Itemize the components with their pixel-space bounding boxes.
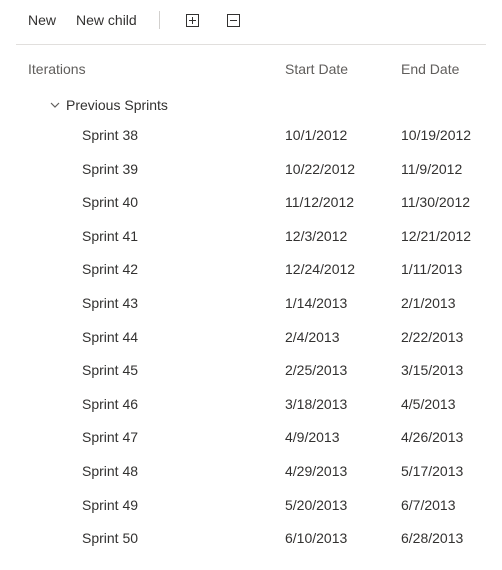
cell-end-date: 6/7/2013 [401, 496, 502, 516]
table-row[interactable]: Sprint 442/4/20132/22/2013 [0, 321, 502, 355]
cell-iteration-name: Sprint 45 [0, 361, 285, 381]
cell-iteration-name: Sprint 44 [0, 328, 285, 348]
cell-iteration-name: Sprint 47 [0, 428, 285, 448]
cell-start-date: 2/25/2013 [285, 361, 401, 381]
cell-end-date: 3/15/2013 [401, 361, 502, 381]
cell-end-date: 4/5/2013 [401, 395, 502, 415]
toolbar: New New child [0, 0, 502, 44]
cell-iteration-name: Sprint 43 [0, 294, 285, 314]
cell-end-date: 11/9/2012 [401, 160, 502, 180]
cell-iteration-name: Sprint 49 [0, 496, 285, 516]
cell-end-date: 6/28/2013 [401, 529, 502, 549]
cell-start-date: 5/20/2013 [285, 496, 401, 516]
table-row[interactable]: Sprint 506/10/20136/28/2013 [0, 522, 502, 556]
cell-end-date: 2/22/2013 [401, 328, 502, 348]
group-row-previous-sprints[interactable]: Previous Sprints [0, 91, 502, 119]
collapse-all-button[interactable] [227, 14, 240, 27]
cell-start-date: 10/22/2012 [285, 160, 401, 180]
new-child-button[interactable]: New child [68, 8, 145, 32]
cell-iteration-name: Sprint 42 [0, 260, 285, 280]
table-row[interactable]: Sprint 495/20/20136/7/2013 [0, 489, 502, 523]
group-label: Previous Sprints [66, 97, 168, 113]
cell-end-date: 1/11/2013 [401, 260, 502, 280]
cell-end-date: 4/26/2013 [401, 428, 502, 448]
table-row[interactable]: Sprint 4112/3/201212/21/2012 [0, 220, 502, 254]
table-row[interactable]: Sprint 3910/22/201211/9/2012 [0, 153, 502, 187]
cell-start-date: 11/12/2012 [285, 193, 401, 213]
minus-box-icon [227, 14, 240, 27]
cell-iteration-name: Sprint 41 [0, 227, 285, 247]
cell-start-date: 3/18/2013 [285, 395, 401, 415]
cell-end-date: 11/30/2012 [401, 193, 502, 213]
plus-box-icon [186, 14, 199, 27]
cell-start-date: 4/29/2013 [285, 462, 401, 482]
cell-start-date: 12/3/2012 [285, 227, 401, 247]
table-row[interactable]: Sprint 484/29/20135/17/2013 [0, 455, 502, 489]
cell-start-date: 12/24/2012 [285, 260, 401, 280]
cell-end-date: 5/17/2013 [401, 462, 502, 482]
cell-start-date: 2/4/2013 [285, 328, 401, 348]
cell-iteration-name: Sprint 38 [0, 126, 285, 146]
cell-start-date: 1/14/2013 [285, 294, 401, 314]
rows-container: Sprint 3810/1/201210/19/2012Sprint 3910/… [0, 119, 502, 556]
cell-end-date: 12/21/2012 [401, 227, 502, 247]
cell-end-date: 2/1/2013 [401, 294, 502, 314]
table-row[interactable]: Sprint 4011/12/201211/30/2012 [0, 186, 502, 220]
cell-end-date: 10/19/2012 [401, 126, 502, 146]
column-header-iterations[interactable]: Iterations [0, 61, 285, 77]
cell-iteration-name: Sprint 46 [0, 395, 285, 415]
toolbar-divider [16, 44, 486, 45]
cell-iteration-name: Sprint 48 [0, 462, 285, 482]
table-row[interactable]: Sprint 3810/1/201210/19/2012 [0, 119, 502, 153]
table-header: Iterations Start Date End Date [0, 55, 502, 91]
cell-iteration-name: Sprint 40 [0, 193, 285, 213]
cell-start-date: 10/1/2012 [285, 126, 401, 146]
expand-all-button[interactable] [186, 14, 199, 27]
cell-start-date: 4/9/2013 [285, 428, 401, 448]
cell-iteration-name: Sprint 39 [0, 160, 285, 180]
table-row[interactable]: Sprint 463/18/20134/5/2013 [0, 388, 502, 422]
column-header-start-date[interactable]: Start Date [285, 61, 401, 77]
chevron-down-icon [50, 100, 60, 110]
column-header-end-date[interactable]: End Date [401, 61, 502, 77]
toolbar-separator [159, 11, 160, 29]
cell-start-date: 6/10/2013 [285, 529, 401, 549]
table-row[interactable]: Sprint 452/25/20133/15/2013 [0, 354, 502, 388]
table-row[interactable]: Sprint 431/14/20132/1/2013 [0, 287, 502, 321]
cell-iteration-name: Sprint 50 [0, 529, 285, 549]
table-row[interactable]: Sprint 4212/24/20121/11/2013 [0, 253, 502, 287]
table-row[interactable]: Sprint 474/9/20134/26/2013 [0, 421, 502, 455]
new-button[interactable]: New [20, 8, 64, 32]
